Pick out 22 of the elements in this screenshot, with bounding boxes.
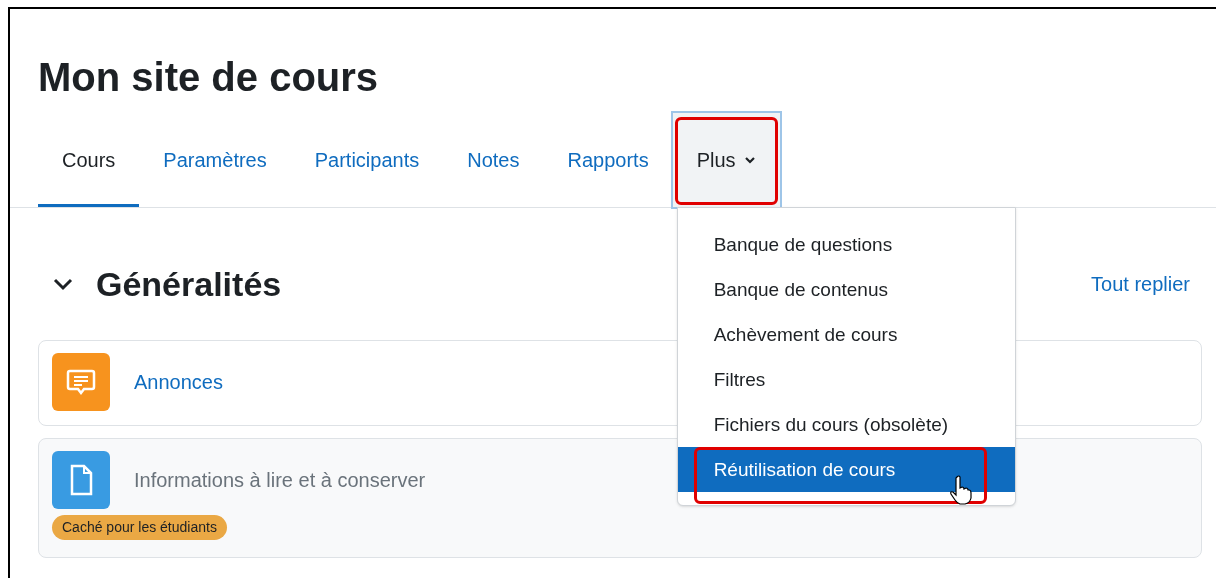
nav-tab[interactable]: Participants bbox=[290, 113, 444, 207]
nav-tab[interactable]: Paramètres bbox=[139, 113, 291, 207]
activity-link[interactable]: Annonces bbox=[134, 367, 223, 397]
menu-item[interactable]: Filtres bbox=[677, 357, 1015, 402]
hidden-badge: Caché pour les étudiants bbox=[52, 515, 227, 540]
document-icon bbox=[52, 451, 110, 509]
activity-link[interactable]: Informations à lire et à conserver bbox=[134, 465, 426, 495]
menu-item[interactable]: Réutilisation de cours bbox=[677, 447, 1015, 492]
menu-item[interactable]: Fichiers du cours (obsolète) bbox=[677, 402, 1015, 447]
menu-item[interactable]: Banque de questions bbox=[677, 222, 1015, 267]
nav-tab[interactable]: Rapports bbox=[543, 113, 673, 207]
collapse-all-link[interactable]: Tout replier bbox=[1091, 269, 1202, 299]
page-title: Mon site de cours bbox=[38, 54, 379, 101]
section-title: Généralités bbox=[96, 263, 282, 305]
nav-tab[interactable]: Notes bbox=[443, 113, 544, 207]
menu-item[interactable]: Achèvement de cours bbox=[677, 312, 1015, 357]
forum-icon bbox=[52, 353, 110, 411]
caret-down-icon bbox=[743, 156, 756, 164]
more-menu-tab[interactable]: Plus bbox=[672, 113, 780, 207]
chevron-down-icon[interactable] bbox=[52, 277, 74, 291]
menu-item[interactable]: Banque de contenus bbox=[677, 267, 1015, 312]
nav-tab[interactable]: Cours bbox=[38, 113, 140, 207]
